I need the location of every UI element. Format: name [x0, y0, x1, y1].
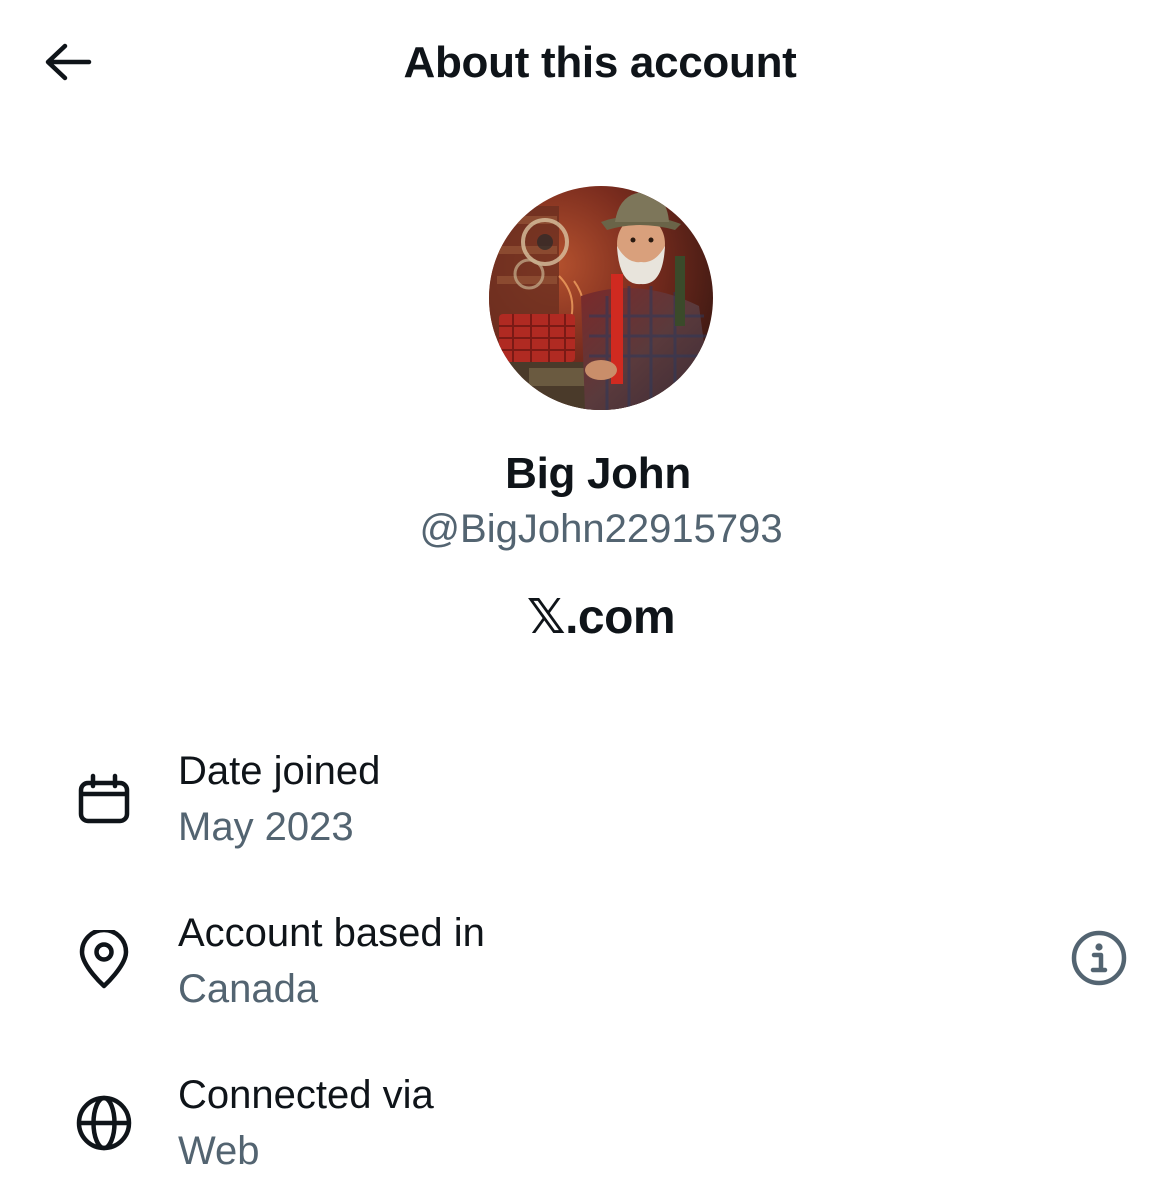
row-value: Canada	[178, 967, 319, 1011]
calendar-icon	[72, 768, 136, 832]
username-handle: @BigJohn22915793	[419, 507, 783, 551]
row-value: May 2023	[178, 805, 354, 849]
globe-icon	[72, 1091, 136, 1155]
display-name: Big John	[505, 449, 691, 498]
avatar[interactable]	[489, 186, 713, 410]
platform-suffix: .com	[565, 591, 676, 644]
date-joined-row: Date joined May 2023	[0, 740, 1170, 870]
connected-via-row: Connected via Web	[0, 1064, 1170, 1194]
row-label: Connected via	[178, 1073, 434, 1117]
profile-photo	[489, 186, 713, 410]
location-pin-icon	[72, 928, 136, 992]
page-title: About this account	[403, 38, 797, 87]
row-label: Date joined	[178, 749, 381, 793]
x-logo-glyph: 𝕏	[526, 591, 566, 644]
row-value: Web	[178, 1129, 260, 1173]
row-label: Account based in	[178, 911, 485, 955]
platform-label: 𝕏.com	[0, 589, 1170, 647]
account-based-in-row: Account based in Canada	[0, 902, 1170, 1032]
header-bar: About this account	[0, 0, 1170, 130]
info-icon	[1071, 930, 1127, 986]
info-button[interactable]	[1066, 925, 1132, 991]
